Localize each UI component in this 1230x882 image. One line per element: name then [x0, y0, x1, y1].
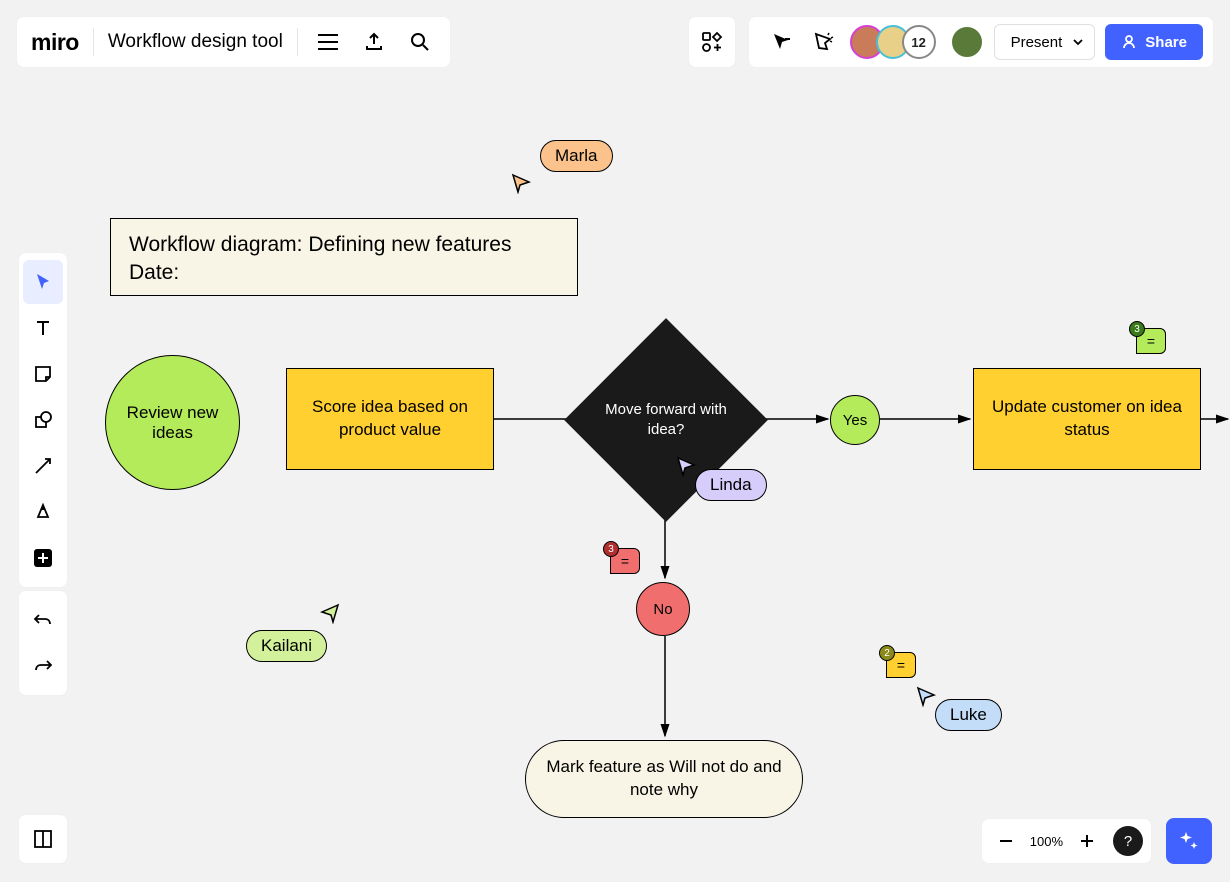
export-icon[interactable] — [358, 26, 390, 58]
board-title[interactable]: Workflow design tool — [108, 31, 283, 53]
diagram-title-box[interactable]: Workflow diagram: Defining new features … — [110, 218, 578, 296]
canvas[interactable]: Workflow diagram: Defining new features … — [0, 0, 1230, 882]
cursor-kailani: Kailani — [246, 616, 327, 662]
menu-icon[interactable] — [312, 26, 344, 58]
undo-button[interactable] — [23, 598, 63, 642]
cursor-arrow-icon — [675, 455, 697, 477]
comment-bubble-green[interactable]: 3 = — [1136, 328, 1166, 354]
diagram-title-line2: Date: — [129, 259, 559, 287]
comment-bubble-red[interactable]: 3 = — [610, 548, 640, 574]
cursor-arrow-icon — [510, 172, 532, 194]
comment-bubble-yellow[interactable]: 2 = — [886, 652, 916, 678]
topbar-right: 12 Present Share — [748, 16, 1214, 68]
node-yes[interactable]: Yes — [830, 395, 880, 445]
cursor-tool-icon[interactable] — [766, 26, 798, 58]
zoom-in-button[interactable] — [1071, 825, 1103, 857]
collaborator-avatars[interactable]: 12 — [850, 25, 936, 59]
divider — [297, 28, 298, 56]
frames-icon — [32, 828, 54, 850]
shape-tool[interactable] — [23, 398, 63, 442]
node-mark-will-not-do[interactable]: Mark feature as Will not do and note why — [525, 740, 803, 818]
pen-tool[interactable] — [23, 490, 63, 534]
person-add-icon — [1121, 34, 1137, 50]
cursor-luke: Luke — [915, 685, 1002, 731]
connector-tool[interactable] — [23, 444, 63, 488]
undo-redo-toolbar — [18, 590, 68, 696]
zoom-controls: 100% ? — [981, 818, 1152, 864]
cursor-arrow-icon — [915, 685, 937, 707]
cursor-marla: Marla — [518, 140, 613, 172]
current-user-avatar[interactable] — [950, 25, 984, 59]
left-toolbar — [18, 252, 68, 588]
text-tool[interactable] — [23, 306, 63, 350]
apps-icon — [701, 31, 723, 53]
topbar-left: miro Workflow design tool — [16, 16, 451, 68]
present-button[interactable]: Present — [994, 24, 1096, 60]
zoom-out-button[interactable] — [990, 825, 1022, 857]
divider — [93, 28, 94, 56]
cursor-linda: Linda — [675, 455, 767, 501]
apps-button[interactable] — [688, 16, 736, 68]
reactions-icon[interactable] — [808, 26, 840, 58]
search-icon[interactable] — [404, 26, 436, 58]
chevron-down-icon — [1072, 36, 1084, 48]
redo-button[interactable] — [23, 644, 63, 688]
sparkle-icon — [1177, 829, 1201, 853]
node-update-customer[interactable]: Update customer on idea status — [973, 368, 1201, 470]
sticky-note-tool[interactable] — [23, 352, 63, 396]
frames-panel-button[interactable] — [18, 814, 68, 864]
avatar-overflow-count[interactable]: 12 — [902, 25, 936, 59]
zoom-percent[interactable]: 100% — [1026, 834, 1067, 849]
more-tools[interactable] — [23, 536, 63, 580]
share-button[interactable]: Share — [1105, 24, 1203, 60]
diagram-title-line1: Workflow diagram: Defining new features — [129, 231, 559, 259]
select-tool[interactable] — [23, 260, 63, 304]
ai-assist-button[interactable] — [1166, 818, 1212, 864]
node-review-ideas[interactable]: Review new ideas — [105, 355, 240, 490]
miro-logo[interactable]: miro — [31, 29, 79, 56]
cursor-arrow-icon — [319, 602, 341, 624]
node-no[interactable]: No — [636, 582, 690, 636]
node-score-idea[interactable]: Score idea based on product value — [286, 368, 494, 470]
help-button[interactable]: ? — [1113, 826, 1143, 856]
